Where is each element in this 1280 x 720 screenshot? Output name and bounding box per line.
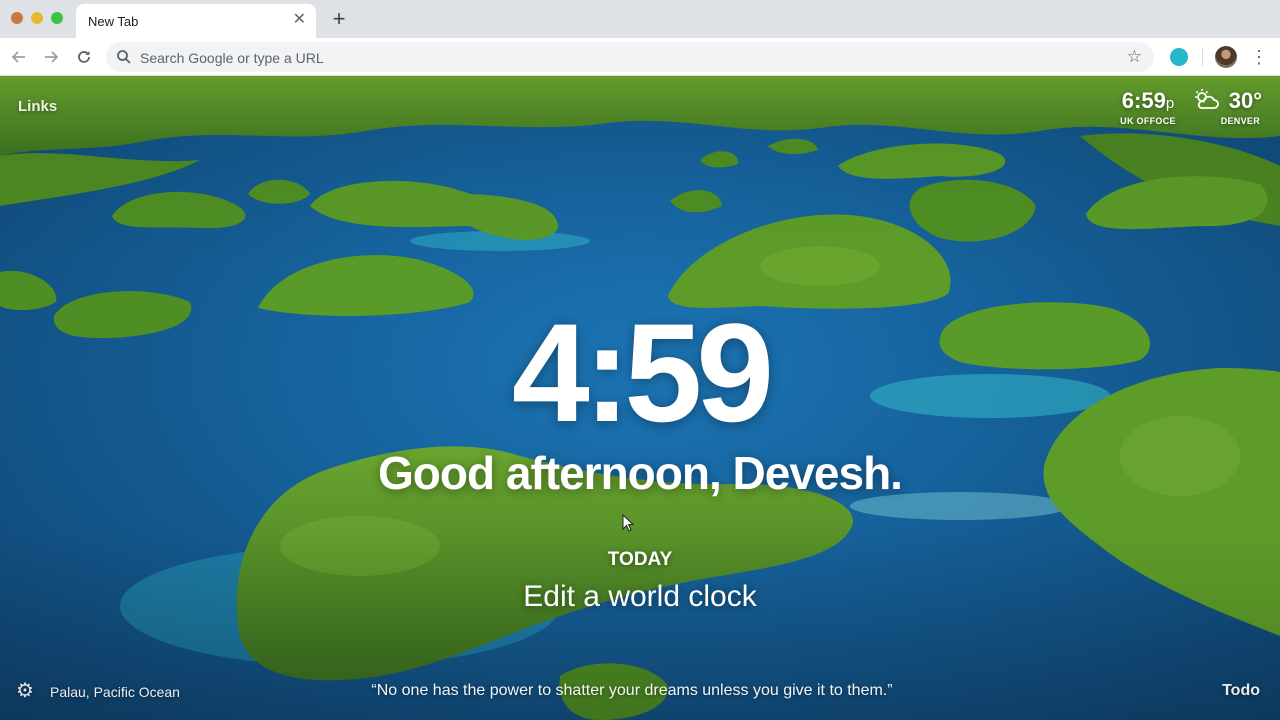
extension-icon[interactable]	[1170, 48, 1188, 66]
address-bar-placeholder: Search Google or type a URL	[140, 50, 324, 66]
weather-widget[interactable]: 30° DENVER	[1190, 88, 1262, 126]
new-tab-button[interactable]: +	[328, 8, 350, 30]
world-clock[interactable]: 6:59p UK OFFOCE	[1116, 88, 1180, 126]
browser-window: New Tab ✕ + Search Google or type a URL …	[0, 0, 1280, 720]
profile-avatar[interactable]	[1215, 46, 1237, 68]
links-button[interactable]: Links	[18, 98, 57, 115]
bookmark-star-icon[interactable]: ☆	[1127, 47, 1142, 67]
minimize-window-button[interactable]	[31, 12, 43, 24]
todo-button[interactable]: Todo	[1222, 682, 1260, 700]
greeting[interactable]: Good afternoon, Devesh.	[0, 446, 1280, 500]
tab-title: New Tab	[88, 14, 139, 29]
browser-toolbar: Search Google or type a URL ☆ ⋮	[0, 38, 1280, 76]
reload-icon	[78, 51, 90, 63]
tab-strip: New Tab ✕ +	[0, 0, 1280, 38]
daily-quote[interactable]: “No one has the power to shatter your dr…	[0, 682, 1264, 700]
world-clock-label: UK OFFOCE	[1120, 116, 1176, 126]
partly-cloudy-icon	[1195, 89, 1219, 109]
tab-new-tab[interactable]: New Tab ✕	[76, 4, 316, 38]
reload-button[interactable]	[73, 46, 95, 68]
mouse-cursor-icon	[622, 514, 634, 532]
back-button[interactable]	[8, 46, 30, 68]
focus-label: TODAY	[607, 549, 673, 570]
browser-menu-icon[interactable]: ⋮	[1250, 46, 1268, 68]
address-bar[interactable]: Search Google or type a URL ☆	[106, 42, 1154, 72]
arrow-left-icon	[11, 51, 25, 63]
forward-button[interactable]	[40, 46, 62, 68]
momentum-dashboard: Links 6:59p UK OFFOCE 30° DENVER 4:59 Go…	[0, 76, 1280, 720]
focus-task[interactable]: Edit a world clock	[0, 580, 1280, 614]
main-clock: 4:59	[511, 294, 774, 451]
close-window-button[interactable]	[11, 12, 23, 24]
world-clock-time-value: 6:59	[1121, 88, 1166, 113]
tab-close-icon[interactable]: ✕	[293, 11, 306, 29]
toolbar-divider	[1202, 48, 1203, 66]
search-icon	[117, 50, 131, 64]
weather-location: DENVER	[1220, 116, 1260, 126]
arrow-right-icon	[45, 51, 59, 63]
world-clock-suffix: p	[1165, 95, 1175, 112]
maximize-window-button[interactable]	[51, 12, 63, 24]
world-clock-time: 6:59p	[1116, 88, 1180, 114]
